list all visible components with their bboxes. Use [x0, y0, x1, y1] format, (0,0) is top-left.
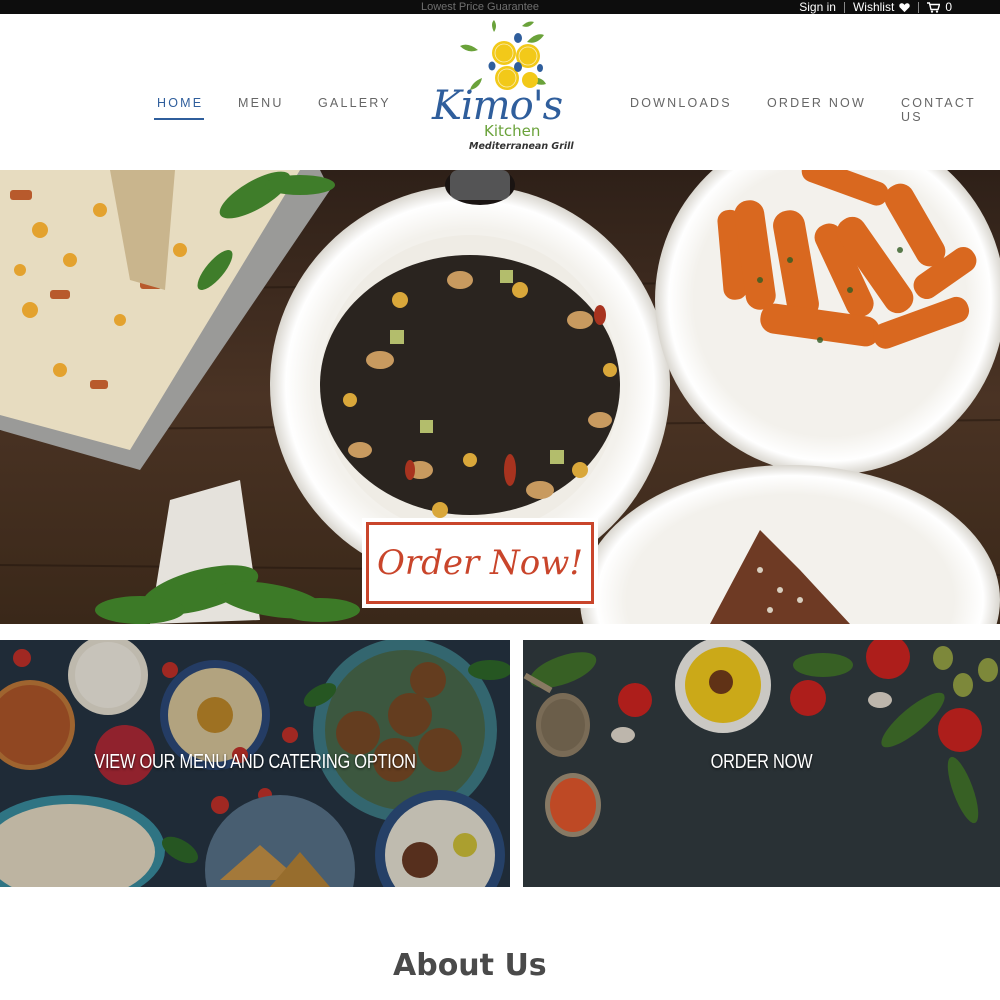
divider	[918, 1, 920, 13]
order-now-tile-label: ORDER NOW	[710, 751, 813, 773]
logo-brand-sub: Kitchen	[484, 122, 541, 140]
order-now-cta-label: Order Now!	[376, 543, 584, 583]
heart-icon	[899, 2, 911, 12]
active-nav-underline	[154, 118, 204, 120]
menu-catering-tile-label: VIEW OUR MENU AND CATERING OPTION	[94, 751, 416, 773]
top-bar: Lowest Price Guarantee Sign in Wishlist …	[0, 0, 1000, 14]
nav-order-now[interactable]: ORDER NOW	[767, 96, 866, 110]
cart-count: 0	[945, 0, 952, 14]
divider	[843, 1, 845, 13]
nav-gallery[interactable]: GALLERY	[318, 96, 391, 110]
wishlist-label: Wishlist	[852, 0, 895, 14]
order-now-cta-button[interactable]: Order Now!	[362, 518, 598, 608]
sign-in-link[interactable]: Sign in	[799, 0, 836, 14]
wishlist-link[interactable]: Wishlist	[852, 0, 911, 14]
nav-downloads[interactable]: DOWNLOADS	[630, 96, 732, 110]
logo-tagline: Mediterranean Grill	[469, 141, 574, 152]
menu-catering-tile[interactable]: VIEW OUR MENU AND CATERING OPTION	[0, 640, 510, 887]
order-now-tile[interactable]: ORDER NOW	[523, 640, 1000, 887]
cart-icon	[927, 1, 941, 13]
logo-brand: Kimo's	[432, 83, 563, 129]
promo-text: Lowest Price Guarantee	[421, 1, 540, 13]
about-us-heading: About Us	[393, 948, 547, 983]
account-links: Sign in Wishlist 0	[799, 0, 952, 14]
hero-banner: Order Now!	[0, 170, 1000, 624]
site-logo[interactable]: Kimo's Kitchen Mediterranean Grill	[430, 20, 580, 160]
site-header: HOME MENU GALLERY Kimo's Kitchen Mediter…	[0, 14, 1000, 170]
nav-menu[interactable]: MENU	[238, 96, 284, 110]
cart-link[interactable]: 0	[927, 0, 952, 14]
nav-home[interactable]: HOME	[157, 96, 203, 110]
nav-contact-us[interactable]: CONTACT US	[901, 96, 1000, 124]
